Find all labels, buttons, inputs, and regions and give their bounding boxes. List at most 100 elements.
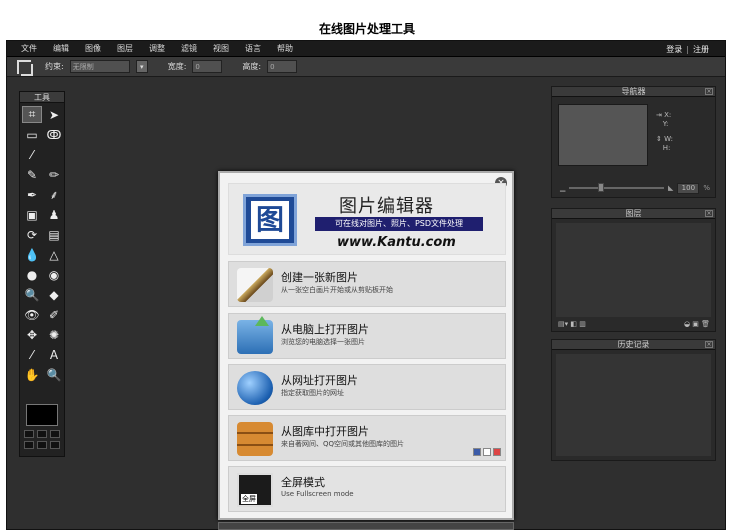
facebook-icon <box>473 448 481 456</box>
tool-button[interactable]: ⌗ <box>22 106 42 123</box>
w-label: W: <box>664 135 673 143</box>
option-desc: Use Fullscreen mode <box>281 490 354 498</box>
tool-button[interactable]: ✺ <box>44 326 64 343</box>
option-desc: 指定获取图片的网址 <box>281 389 344 397</box>
y-label: Y: <box>662 120 669 128</box>
layer-actions-icon[interactable]: ◒ ▣ 🗑 <box>684 320 710 328</box>
tool-button[interactable]: ➤ <box>44 106 64 123</box>
navigator-info: ⇥ X: Y: ⇕ W: H: <box>656 111 673 152</box>
option-desc: 浏览您的电脑选择一张图片 <box>281 338 365 346</box>
navigator-title: 导航器 × <box>552 87 715 97</box>
tool-button[interactable]: 🔍 <box>22 286 42 303</box>
tool-button[interactable] <box>44 146 64 163</box>
zoom-slider[interactable] <box>569 183 664 192</box>
tool-button[interactable]: ◆ <box>44 286 64 303</box>
width-field[interactable]: 0 <box>192 60 223 73</box>
folder-upload-icon <box>237 316 273 354</box>
view-mode-button[interactable] <box>24 441 34 449</box>
tool-button[interactable]: ▤ <box>44 226 64 243</box>
history-list[interactable] <box>556 354 711 456</box>
navigator-thumbnail[interactable] <box>558 104 648 166</box>
tool-button[interactable]: ⁄ <box>22 146 42 163</box>
tool-button[interactable]: ✐ <box>44 306 64 323</box>
option-desc: 来自著网间、QQ空间或其他图库的图片 <box>281 440 405 448</box>
chevron-down-icon[interactable]: ▾ <box>135 60 148 73</box>
tool-button[interactable]: △ <box>44 246 64 263</box>
open-from-url-option[interactable]: 从网址打开图片 指定获取图片的网址 <box>228 364 506 410</box>
dialog-logo: 图 图片编辑器 可在线对图片、照片、PSD文件处理 www.Kantu.com <box>228 183 506 255</box>
app-logo-icon: 图 <box>243 194 297 246</box>
crop-icon <box>17 59 33 76</box>
zoom-slider-handle[interactable] <box>597 183 604 192</box>
constraint-label: 约束: <box>45 62 64 71</box>
tool-button[interactable]: 👁 <box>22 306 42 323</box>
app-name: 图片编辑器 <box>339 196 434 217</box>
page-title: 在线图片处理工具 <box>318 22 415 36</box>
menu-image[interactable]: 图像 <box>85 43 101 54</box>
auth-links: 登录 | 注册 <box>666 44 709 55</box>
navigator-panel: 导航器 × ⇥ X: Y: ⇕ W: H: ▁ ◣ 100 % <box>551 86 716 198</box>
tool-button[interactable]: ⁄ <box>22 346 42 363</box>
start-dialog: × 图 图片编辑器 可在线对图片、照片、PSD文件处理 www.Kantu.co… <box>218 171 514 520</box>
layers-footer: ▤▾ ◧ ▥ ◒ ▣ 🗑 <box>558 320 710 328</box>
qq-icon <box>483 448 491 456</box>
tool-button[interactable]: ▣ <box>22 206 42 223</box>
menu-help[interactable]: 帮助 <box>277 43 293 54</box>
menu-adjust[interactable]: 调整 <box>149 43 165 54</box>
close-icon[interactable]: × <box>705 210 713 217</box>
menu-view[interactable]: 视图 <box>213 43 229 54</box>
tools-panel: 工具 ⌗ ➤ ▭ ↂ ⁄ ✎ ✏ ✒ ⸙ ▣ ♟ ⟳ ▤ 💧 △ ● ◉ 🔍 ◆ 👁 ✐ ✥ ✺ ⁄ A ✋ 🔍 <box>19 91 65 457</box>
zoom-out-icon[interactable]: ▁ <box>560 184 565 192</box>
view-mode-button[interactable] <box>50 441 60 449</box>
layer-options-icon[interactable]: ▤▾ ◧ ▥ <box>558 320 586 328</box>
dialog-shadow-edge <box>218 522 514 530</box>
close-icon[interactable]: × <box>705 88 713 95</box>
tool-button[interactable]: 🔍 <box>44 366 64 383</box>
tool-button[interactable]: ↂ <box>44 126 64 143</box>
tool-button[interactable]: ✋ <box>22 366 42 383</box>
view-mode-button[interactable] <box>50 430 60 438</box>
width-label: 宽度: <box>167 62 187 71</box>
height-field[interactable]: 0 <box>267 60 298 73</box>
view-mode-button[interactable] <box>24 430 34 438</box>
view-mode-button[interactable] <box>37 430 47 438</box>
tool-grid: ⌗ ➤ ▭ ↂ ⁄ ✎ ✏ ✒ ⸙ ▣ ♟ ⟳ ▤ 💧 △ ● ◉ 🔍 ◆ 👁 ✐ ✥ ✺ ⁄ A ✋ 🔍 <box>20 103 64 386</box>
menu-file[interactable]: 文件 <box>21 43 37 54</box>
close-icon[interactable]: × <box>705 341 713 348</box>
tool-button[interactable]: ✒ <box>22 186 42 203</box>
login-link[interactable]: 登录 <box>666 45 682 54</box>
menu-filter[interactable]: 滤镜 <box>181 43 197 54</box>
menu-layer[interactable]: 图层 <box>117 43 133 54</box>
cabinet-icon <box>237 422 273 456</box>
height-label: 高度: <box>242 62 262 71</box>
tool-button[interactable]: ▭ <box>22 126 42 143</box>
new-image-option[interactable]: 创建一张新图片 从一张空白画片开始或从剪贴板开始 <box>228 261 506 307</box>
tool-button[interactable]: ◉ <box>44 266 64 283</box>
menu-language[interactable]: 语言 <box>245 43 261 54</box>
globe-icon <box>237 371 273 405</box>
view-mode-buttons <box>24 430 60 449</box>
tool-button[interactable]: ● <box>22 266 42 283</box>
tool-button[interactable]: ♟ <box>44 206 64 223</box>
menu-edit[interactable]: 编辑 <box>53 43 69 54</box>
tool-button[interactable]: ✥ <box>22 326 42 343</box>
option-title: 从电脑上打开图片 <box>281 323 369 336</box>
constraint-select[interactable]: 无限制 <box>69 60 130 73</box>
tool-button[interactable]: A <box>44 346 64 363</box>
tool-button[interactable]: ✏ <box>44 166 64 183</box>
register-link[interactable]: 注册 <box>693 45 709 54</box>
color-swatch[interactable] <box>26 404 58 426</box>
tool-button[interactable]: ⟳ <box>22 226 42 243</box>
option-title: 全屏模式 <box>281 476 325 489</box>
open-from-computer-option[interactable]: 从电脑上打开图片 浏览您的电脑选择一张图片 <box>228 313 506 359</box>
view-mode-button[interactable] <box>37 441 47 449</box>
option-desc: 从一张空白画片开始或从剪贴板开始 <box>281 286 393 294</box>
tool-button[interactable]: ✎ <box>22 166 42 183</box>
tool-button[interactable]: 💧 <box>22 246 42 263</box>
fullscreen-option[interactable]: 全屏 全屏模式 Use Fullscreen mode <box>228 466 506 512</box>
tool-button[interactable]: ⸙ <box>44 186 64 203</box>
open-from-library-option[interactable]: 从图库中打开图片 来自著网间、QQ空间或其他图库的图片 <box>228 415 506 461</box>
zoom-in-icon[interactable]: ◣ <box>668 184 673 192</box>
layers-list[interactable] <box>556 223 711 317</box>
zoom-input[interactable]: 100 <box>677 182 700 194</box>
